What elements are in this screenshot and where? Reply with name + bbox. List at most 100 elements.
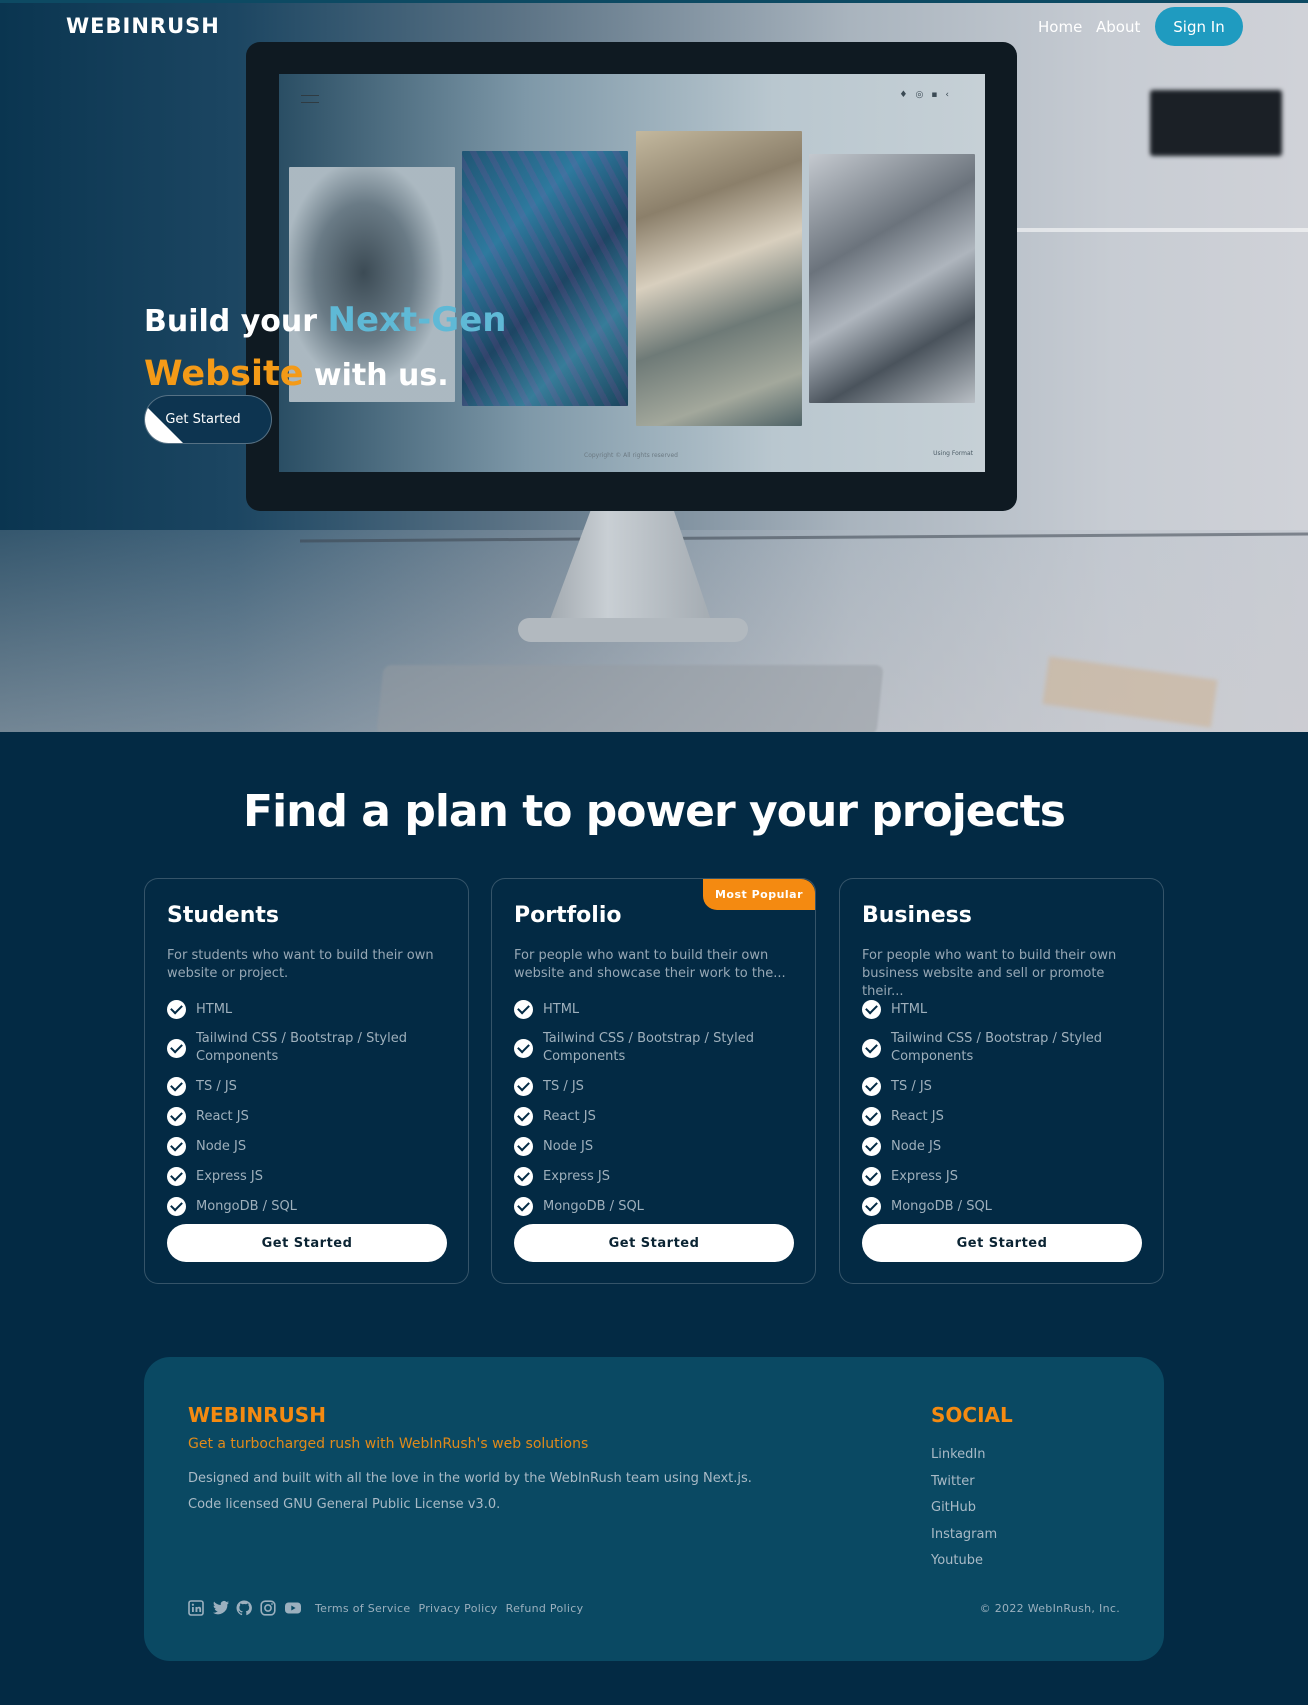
refund-policy-link[interactable]: Refund Policy	[506, 1602, 584, 1615]
plan-description: For people who want to build their own b…	[862, 948, 1117, 999]
footer-credits: Designed and built with all the love in …	[188, 1471, 752, 1486]
site-footer: WEBINRUSH Get a turbocharged rush with W…	[144, 1357, 1164, 1661]
feature-item: TS / JS	[167, 1077, 447, 1096]
feature-item: TS / JS	[862, 1077, 1142, 1096]
feature-item: Express JS	[167, 1167, 447, 1186]
check-icon	[167, 1167, 186, 1186]
feature-label: React JS	[543, 1108, 596, 1124]
feature-item: Express JS	[514, 1167, 794, 1186]
social-link-linkedin[interactable]: LinkedIn	[931, 1447, 997, 1464]
feature-item: HTML	[862, 1000, 1142, 1019]
feature-item: HTML	[514, 1000, 794, 1019]
screen-social-icons: ♦◎▪‹	[899, 90, 957, 100]
check-icon	[514, 1038, 533, 1058]
footer-tagline: Get a turbocharged rush with WebInRush's…	[188, 1436, 589, 1452]
check-icon	[862, 1000, 881, 1019]
feature-item: Tailwind CSS / Bootstrap / Styled Compon…	[167, 1030, 447, 1066]
check-icon	[862, 1107, 881, 1126]
feature-label: Express JS	[543, 1168, 610, 1184]
social-link-twitter[interactable]: Twitter	[931, 1474, 997, 1491]
twitter-icon[interactable]	[212, 1600, 229, 1616]
headline-highlight-orange: Website	[144, 354, 304, 394]
check-icon	[862, 1197, 881, 1216]
terms-of-service-link[interactable]: Terms of Service	[315, 1602, 410, 1615]
plan-description: For students who want to build their own…	[167, 948, 434, 981]
linkedin-icon[interactable]	[188, 1600, 204, 1616]
feature-label: MongoDB / SQL	[196, 1198, 297, 1214]
get-started-button[interactable]: Get Started	[514, 1224, 794, 1262]
feature-label: HTML	[543, 1001, 580, 1017]
artwork-image	[636, 131, 802, 426]
privacy-policy-link[interactable]: Privacy Policy	[418, 1602, 497, 1615]
get-started-button[interactable]: Get Started	[167, 1224, 447, 1262]
plan-card-portfolio: Most Popular Portfolio For people who wa…	[491, 878, 816, 1284]
feature-label: HTML	[891, 1001, 928, 1017]
social-link-youtube[interactable]: Youtube	[931, 1553, 997, 1570]
feature-item: HTML	[167, 1000, 447, 1019]
feature-item: MongoDB / SQL	[167, 1197, 447, 1216]
check-icon	[167, 1197, 186, 1216]
feature-item: Node JS	[167, 1137, 447, 1156]
feature-item: React JS	[862, 1107, 1142, 1126]
feature-item: React JS	[167, 1107, 447, 1126]
check-icon	[862, 1038, 881, 1058]
instagram-icon[interactable]	[260, 1600, 276, 1616]
feature-label: HTML	[196, 1001, 233, 1017]
check-icon	[167, 1077, 186, 1096]
feature-label: Express JS	[891, 1168, 958, 1184]
github-icon[interactable]	[236, 1600, 252, 1616]
feature-label: Node JS	[196, 1138, 247, 1154]
hero-section: ♦◎▪‹ Copyright © All rights reserved Usi…	[0, 0, 1308, 732]
social-link-github[interactable]: GitHub	[931, 1500, 997, 1517]
nav-link-about[interactable]: About	[1096, 18, 1140, 36]
footer-logo[interactable]: WEBINRUSH	[188, 1403, 326, 1427]
plan-name: Portfolio	[514, 903, 622, 928]
youtube-icon[interactable]	[284, 1600, 301, 1616]
feature-item: React JS	[514, 1107, 794, 1126]
plan-card-business: Business For people who want to build th…	[839, 878, 1164, 1284]
monitor-base-image	[518, 618, 748, 642]
feature-item: Node JS	[862, 1137, 1142, 1156]
site-logo[interactable]: WEBINRUSH	[66, 14, 220, 38]
footer-copyright: © 2022 WebInRush, Inc.	[979, 1602, 1120, 1615]
footer-license: Code licensed GNU General Public License…	[188, 1497, 501, 1512]
feature-item: Node JS	[514, 1137, 794, 1156]
check-icon	[862, 1137, 881, 1156]
feature-label: TS / JS	[543, 1078, 584, 1094]
plan-feature-list: HTML Tailwind CSS / Bootstrap / Styled C…	[514, 1000, 794, 1227]
hero-monitor-image: ♦◎▪‹ Copyright © All rights reserved Usi…	[246, 42, 1017, 511]
feature-label: Node JS	[543, 1138, 594, 1154]
screen-menu-icon	[301, 95, 319, 103]
check-icon	[514, 1197, 533, 1216]
check-icon	[167, 1137, 186, 1156]
check-icon	[167, 1000, 186, 1019]
check-icon	[862, 1167, 881, 1186]
feature-item: MongoDB / SQL	[862, 1197, 1142, 1216]
feature-label: React JS	[891, 1108, 944, 1124]
keyboard-image	[376, 665, 884, 732]
check-icon	[514, 1137, 533, 1156]
feature-item: Express JS	[862, 1167, 1142, 1186]
social-link-instagram[interactable]: Instagram	[931, 1527, 997, 1544]
plan-description: For people who want to build their own w…	[514, 948, 786, 981]
button-label: Get Started	[165, 412, 241, 427]
headline-text: Build your	[144, 304, 328, 339]
sign-in-button[interactable]: Sign In	[1155, 7, 1243, 46]
check-icon	[514, 1107, 533, 1126]
feature-label: TS / JS	[891, 1078, 932, 1094]
headline-highlight-blue: Next-Gen	[327, 300, 507, 340]
top-navbar: WEBINRUSH Home About Sign In	[0, 0, 1308, 54]
plans-title: Find a plan to power your projects	[243, 786, 1066, 837]
nav-link-home[interactable]: Home	[1038, 18, 1082, 36]
check-icon	[514, 1077, 533, 1096]
feature-label: Node JS	[891, 1138, 942, 1154]
most-popular-badge: Most Popular	[703, 879, 815, 910]
check-icon	[514, 1167, 533, 1186]
plan-card-students: Students For students who want to build …	[144, 878, 469, 1284]
feature-label: MongoDB / SQL	[891, 1198, 992, 1214]
plan-name: Business	[862, 903, 972, 928]
monitor-screen: ♦◎▪‹ Copyright © All rights reserved Usi…	[279, 74, 985, 472]
headline-text: with us.	[303, 358, 449, 393]
get-started-button[interactable]: Get Started	[862, 1224, 1142, 1262]
hero-get-started-button[interactable]: Get Started	[144, 395, 272, 444]
